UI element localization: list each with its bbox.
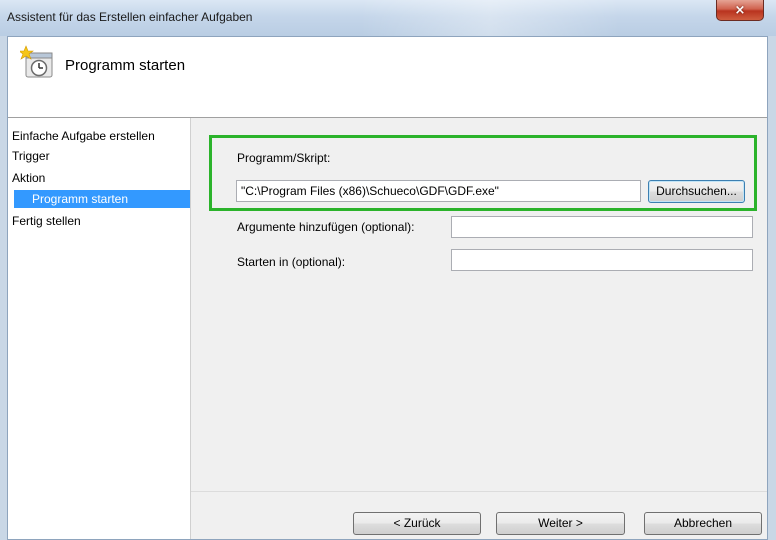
start-in-input[interactable] [451, 249, 753, 271]
nav-item-aktion[interactable]: Aktion [12, 169, 45, 187]
nav-item-programm-starten[interactable]: Programm starten [14, 190, 190, 208]
title-bar: Assistent für das Erstellen einfacher Au… [0, 0, 776, 36]
arguments-label: Argumente hinzufügen (optional): [237, 220, 415, 234]
program-script-input[interactable]: "C:\Program Files (x86)\Schueco\GDF\GDF.… [236, 180, 641, 202]
wizard-header: Programm starten [8, 37, 767, 117]
sidebar-divider [190, 118, 191, 539]
page-title: Programm starten [65, 57, 186, 74]
footer-divider [191, 491, 767, 492]
next-button[interactable]: Weiter > [496, 512, 625, 535]
close-button[interactable]: × [716, 0, 764, 21]
arguments-input[interactable] [451, 216, 753, 238]
scheduled-task-clock-icon [20, 45, 53, 78]
back-button[interactable]: < Zurück [353, 512, 481, 535]
nav-item-einfache-aufgabe[interactable]: Einfache Aufgabe erstellen [12, 127, 155, 145]
title-bar-sheen [360, 0, 620, 36]
program-script-label: Programm/Skript: [237, 151, 331, 165]
close-icon: × [734, 2, 746, 18]
browse-button[interactable]: Durchsuchen... [648, 180, 745, 203]
nav-item-fertig-stellen[interactable]: Fertig stellen [12, 212, 81, 230]
window-title: Assistent für das Erstellen einfacher Au… [7, 10, 253, 24]
start-in-label: Starten in (optional): [237, 255, 346, 269]
cancel-button[interactable]: Abbrechen [644, 512, 762, 535]
wizard-window: Programm starten Einfache Aufgabe erstel… [7, 36, 768, 540]
nav-item-trigger[interactable]: Trigger [12, 147, 50, 165]
wizard-steps-sidebar: Einfache Aufgabe erstellen Trigger Aktio… [8, 118, 190, 539]
